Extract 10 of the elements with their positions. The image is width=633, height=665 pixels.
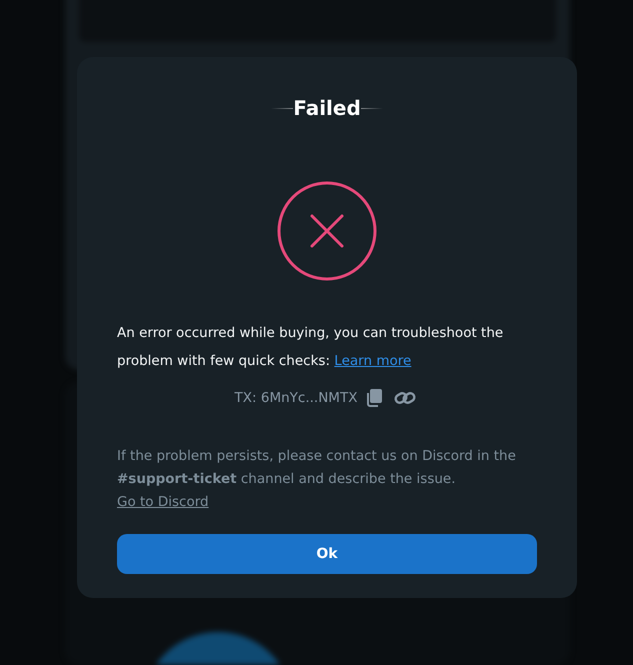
copy-icon[interactable]: [366, 389, 382, 407]
ok-button[interactable]: Ok: [117, 534, 537, 574]
discord-link[interactable]: Go to Discord: [117, 491, 209, 514]
dialog-title: Failed: [293, 95, 361, 121]
learn-more-link[interactable]: Learn more: [334, 353, 412, 369]
error-x-icon: [277, 181, 377, 281]
transaction-id: TX: 6MnYc...NMTX: [234, 390, 358, 406]
support-text: If the problem persists, please contact us on Discord in the #support-ticket channel and describe the issue.: [117, 447, 517, 489]
error-message: An error occurred while buying, you can troubleshoot the problem with few quick checks: Learn more: [117, 324, 504, 371]
link-icon[interactable]: [394, 390, 416, 406]
